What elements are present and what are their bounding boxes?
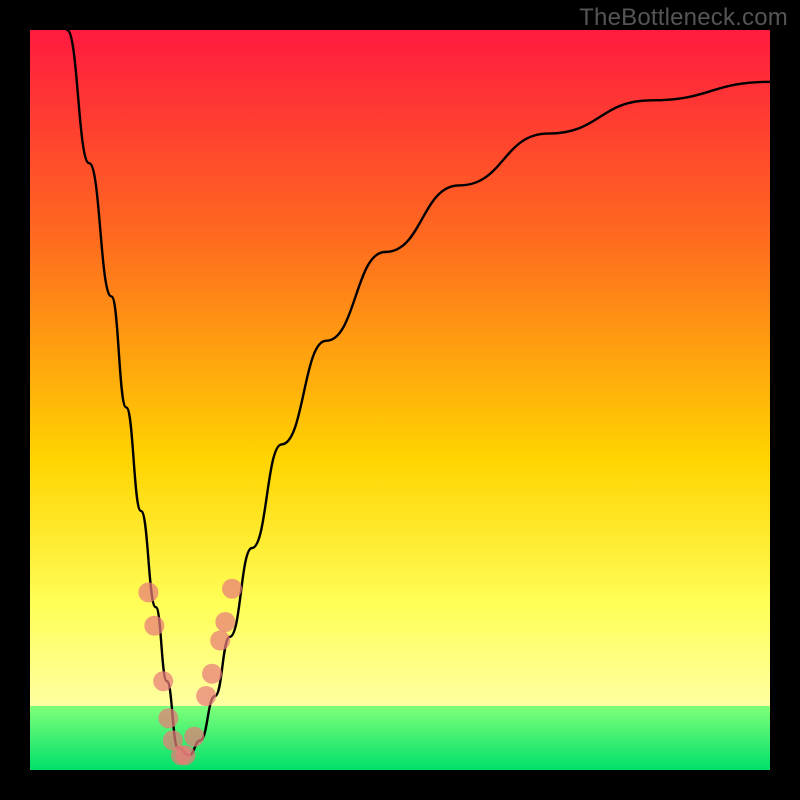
highlighted-point	[215, 612, 235, 632]
highlighted-point	[202, 664, 222, 684]
highlighted-point	[196, 686, 216, 706]
highlighted-point	[210, 631, 230, 651]
watermark-text: TheBottleneck.com	[579, 4, 788, 32]
bottleneck-curve	[67, 30, 770, 755]
highlighted-point	[222, 579, 242, 599]
highlighted-point	[153, 671, 173, 691]
highlighted-point	[138, 582, 158, 602]
highlighted-point	[158, 708, 178, 728]
chart-frame: TheBottleneck.com	[0, 0, 800, 800]
highlighted-point	[175, 745, 195, 765]
chart-svg	[30, 30, 770, 770]
highlighted-point	[144, 616, 164, 636]
highlighted-point	[184, 727, 204, 747]
plot-area	[30, 30, 770, 770]
